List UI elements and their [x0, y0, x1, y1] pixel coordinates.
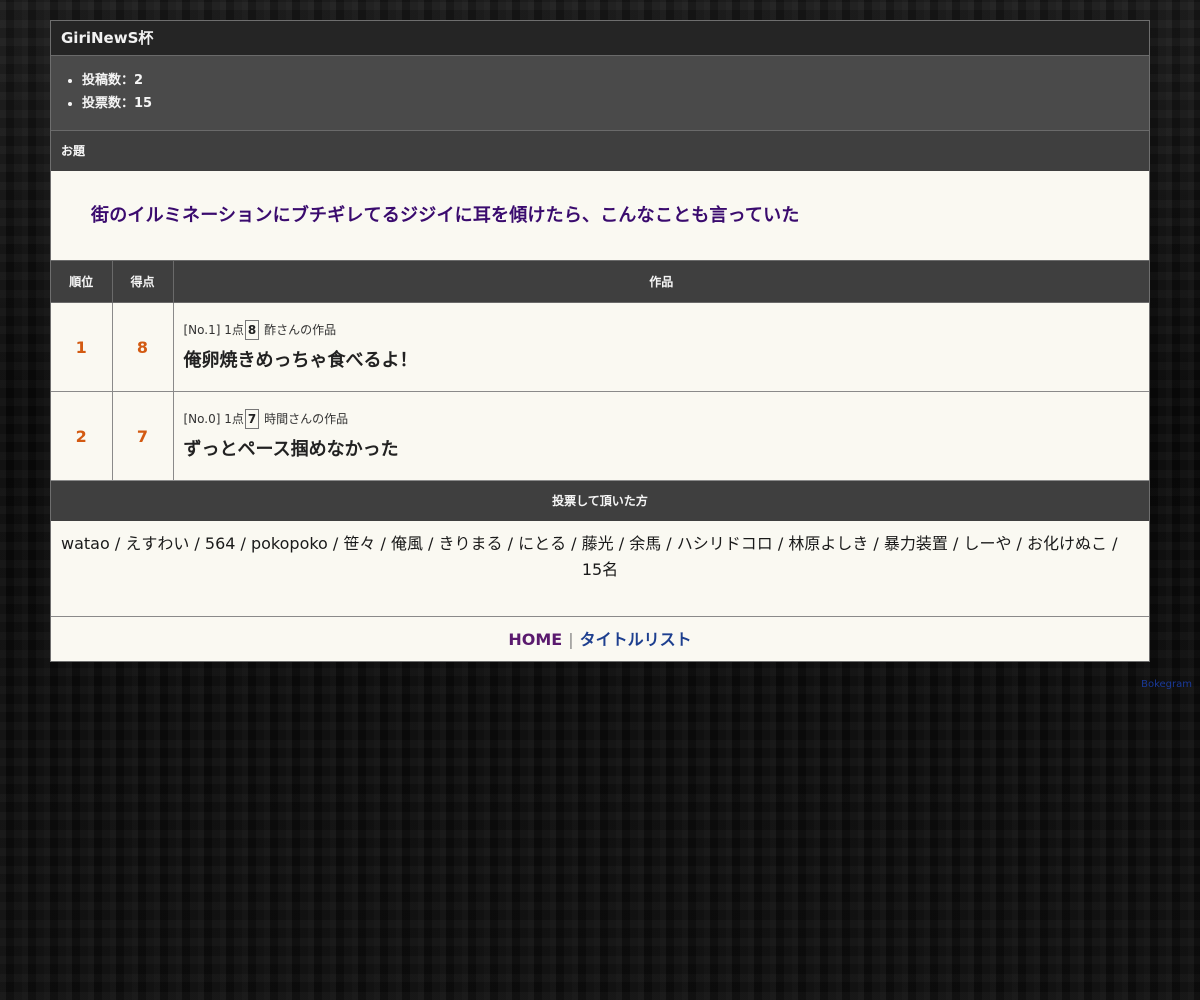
score-cell: 8: [111, 302, 173, 392]
table-row: 1 8 [No.1] 1点 8 酢さんの作品 俺卵焼きめっちゃ食べるよ！: [51, 302, 1149, 392]
footer-nav: HOME | タイトルリスト: [51, 617, 1149, 661]
work-author: 時間さんの作品: [264, 412, 349, 426]
voters-header: 投票して頂いた方: [51, 481, 1149, 521]
title-list-link[interactable]: タイトルリスト: [580, 630, 692, 649]
rank-cell: 1: [51, 302, 112, 392]
point-value-box: 8: [244, 320, 260, 340]
voter-count: 15名: [581, 560, 619, 579]
home-link[interactable]: HOME: [508, 630, 562, 649]
odai-text: 街のイルミネーションにブチギレてるジジイに耳を傾けたら、こんなことも言っていた: [51, 171, 1149, 260]
post-count: 投稿数：2: [82, 69, 1149, 92]
work-header: 作品: [172, 260, 1149, 303]
nav-separator: |: [568, 630, 574, 649]
vote-count: 投票数：15: [82, 92, 1149, 115]
work-title: ずっとペース掴めなかった: [183, 439, 399, 460]
stats-section: 投稿数：2 投票数：15: [51, 56, 1149, 131]
stats-list: 投稿数：2 投票数：15: [51, 69, 1149, 115]
work-meta: [No.1] 1点 8 酢さんの作品: [184, 320, 1149, 340]
work-cell: [No.0] 1点 7 時間さんの作品 ずっとペース掴めなかった: [172, 391, 1149, 481]
voters-list: watao / えすわい / 564 / pokopoko / 笹々 / 俺風 …: [61, 534, 1118, 553]
work-meta: [No.0] 1点 7 時間さんの作品: [184, 409, 1149, 429]
results-table: 順位 得点 作品 1 8 [No.1] 1点 8 酢さんの作品 俺卵焼きめっちゃ食…: [51, 260, 1149, 481]
rank-cell: 2: [51, 391, 112, 481]
bokegram-credit-link[interactable]: Bokegram: [1141, 679, 1192, 690]
voters-section: watao / えすわい / 564 / pokopoko / 笹々 / 俺風 …: [51, 521, 1149, 617]
point-label: 1点: [224, 323, 244, 337]
work-author: 酢さんの作品: [264, 323, 337, 337]
page-title: GiriNewS杯: [51, 21, 1149, 56]
results-panel: GiriNewS杯 投稿数：2 投票数：15 お題 街のイルミネーションにブチギ…: [50, 20, 1150, 662]
work-number: [No.0]: [183, 412, 221, 426]
point-value-box: 7: [244, 409, 260, 429]
table-row: 2 7 [No.0] 1点 7 時間さんの作品 ずっとペース掴めなかった: [51, 391, 1149, 481]
work-title: 俺卵焼きめっちゃ食べるよ！: [183, 350, 418, 371]
score-header: 得点: [111, 260, 173, 303]
rank-header: 順位: [51, 260, 112, 303]
work-number: [No.1]: [183, 323, 221, 337]
results-header-row: 順位 得点 作品: [51, 260, 1149, 303]
point-label: 1点: [224, 412, 244, 426]
odai-header: お題: [51, 131, 1149, 171]
work-cell: [No.1] 1点 8 酢さんの作品 俺卵焼きめっちゃ食べるよ！: [172, 302, 1149, 392]
score-cell: 7: [111, 391, 173, 481]
